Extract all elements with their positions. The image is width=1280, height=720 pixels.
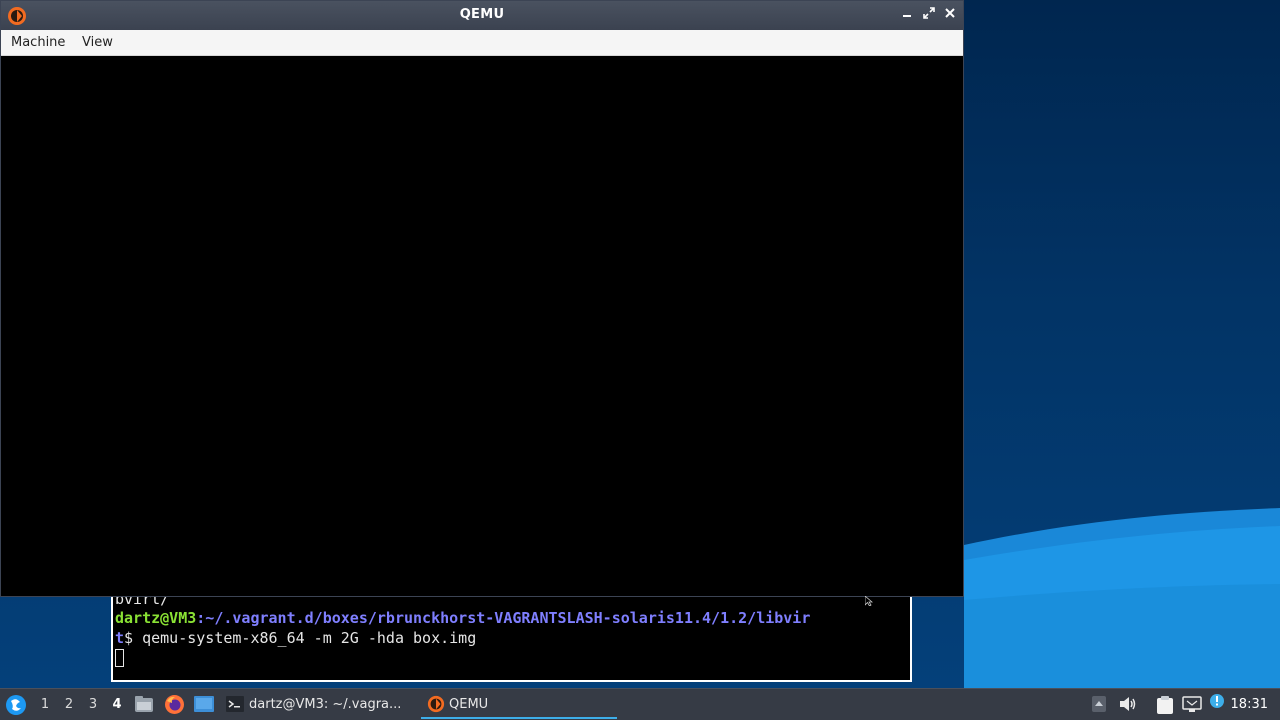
task-terminal-label: dartz@VM3: ~/.vagra... (249, 697, 402, 712)
clock[interactable]: 18:31 (1231, 697, 1268, 712)
tray-arrow-up-icon (1092, 696, 1106, 712)
tray-expand-button[interactable] (1092, 696, 1106, 716)
workspace-4[interactable]: 4 (109, 697, 125, 712)
show-desktop-launcher[interactable] (193, 695, 215, 717)
terminal-cursor (115, 649, 124, 667)
start-menu-icon (6, 695, 26, 715)
vm-display[interactable] (1, 56, 963, 606)
prompt-path-wrap: t (115, 629, 125, 647)
prompt-path: :~/.vagrant.d/boxes/rbrunckhorst-VAGRANT… (196, 609, 811, 627)
prompt-symbol: $ (124, 629, 143, 647)
menu-machine[interactable]: Machine (11, 35, 65, 50)
close-button[interactable] (942, 7, 958, 23)
mouse-pointer-icon (865, 596, 873, 606)
terminal-prompt-line: dartz@VM3:~/.vagrant.d/boxes/rbrunckhors… (115, 608, 810, 628)
maximize-button[interactable] (921, 7, 937, 23)
window-title: QEMU (459, 7, 505, 22)
desktop-icon (194, 696, 214, 712)
clipboard-button[interactable] (1156, 695, 1174, 719)
task-qemu[interactable]: QEMU (421, 691, 617, 719)
speaker-icon (1120, 697, 1136, 711)
volume-button[interactable] (1119, 696, 1137, 716)
prompt-user: dartz@VM3 (115, 609, 197, 627)
terminal-window[interactable]: bvirt/ dartz@VM3:~/.vagrant.d/boxes/rbru… (111, 585, 912, 682)
terminal-command: qemu-system-x86_64 -m 2G -hda box.img (142, 629, 477, 647)
menu-view[interactable]: View (82, 35, 113, 50)
network-icon (1182, 696, 1202, 712)
qemu-window[interactable]: QEMU Machine View (0, 0, 964, 606)
firefox-launcher[interactable] (164, 694, 185, 719)
clipboard-icon (1157, 696, 1173, 714)
minimize-button[interactable] (899, 7, 915, 23)
maximize-icon (923, 7, 935, 19)
task-qemu-label: QEMU (449, 697, 489, 712)
network-button[interactable] (1182, 696, 1202, 717)
firefox-icon (165, 695, 184, 714)
workspace-3[interactable]: 3 (85, 697, 101, 712)
workspace-1[interactable]: 1 (37, 697, 53, 712)
terminal-command-line: t$ qemu-system-x86_64 -m 2G -hda box.img (115, 628, 476, 648)
file-manager-launcher[interactable] (134, 695, 154, 717)
active-task-indicator (421, 717, 617, 719)
notification-icon (1210, 694, 1224, 708)
qemu-icon (427, 695, 445, 713)
app-menu-button[interactable] (5, 694, 27, 720)
task-terminal[interactable]: dartz@VM3: ~/.vagra... (222, 691, 418, 719)
folder-icon (135, 696, 153, 712)
notification-button[interactable] (1209, 693, 1225, 713)
taskbar: 1 2 3 4 dartz@VM3: ~/.vagra... QEMU 18:3… (0, 688, 1280, 720)
workspace-2[interactable]: 2 (61, 697, 77, 712)
menu-bar: Machine View (1, 30, 963, 56)
minimize-icon (903, 15, 911, 17)
terminal-icon (226, 696, 244, 712)
window-titlebar[interactable]: QEMU (1, 1, 963, 30)
close-icon (945, 8, 955, 18)
